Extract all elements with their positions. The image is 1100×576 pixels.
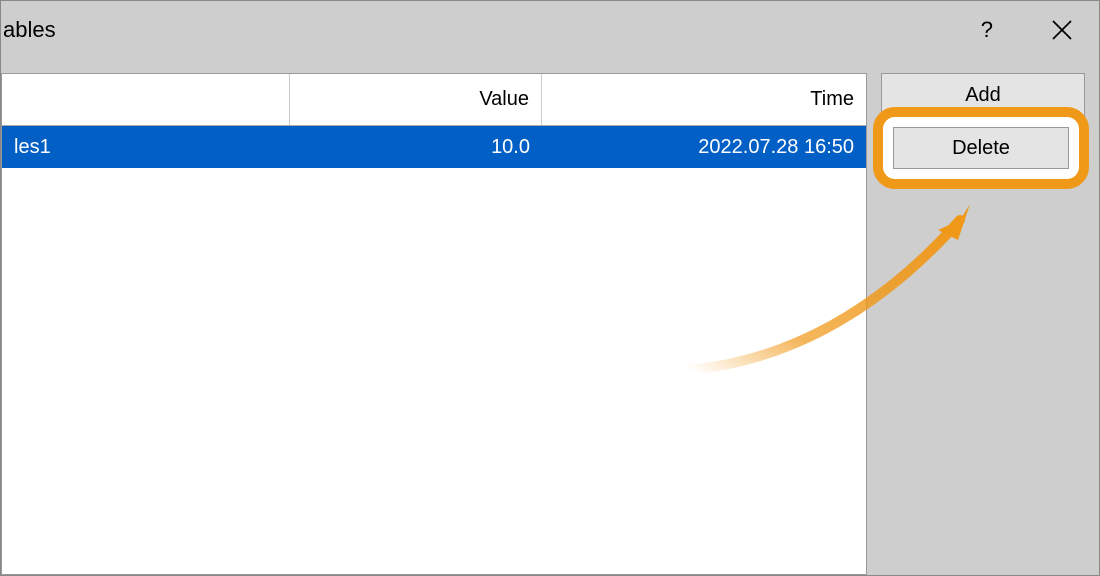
- cell-value: 10.0: [290, 126, 542, 168]
- help-icon[interactable]: ?: [969, 9, 1005, 51]
- cell-name: les1: [2, 126, 290, 168]
- window-title: ables: [1, 17, 56, 43]
- table-row[interactable]: les1 10.0 2022.07.28 16:50: [2, 126, 866, 168]
- titlebar-controls: ?: [969, 9, 1091, 51]
- close-icon[interactable]: [1033, 11, 1091, 49]
- column-header-time[interactable]: Time: [542, 74, 866, 125]
- cell-time: 2022.07.28 16:50: [542, 126, 866, 168]
- variables-table: Value Time les1 10.0 2022.07.28 16:50: [1, 73, 867, 575]
- delete-button[interactable]: Delete: [893, 127, 1069, 169]
- titlebar: ables ?: [1, 1, 1099, 59]
- column-header-name[interactable]: [2, 74, 290, 125]
- annotation-highlight: Delete: [873, 107, 1089, 189]
- dialog-window: ables ? Value Time les1 10.0 2022.07.28 …: [0, 0, 1100, 576]
- table-header: Value Time: [2, 74, 866, 126]
- column-header-value[interactable]: Value: [290, 74, 542, 125]
